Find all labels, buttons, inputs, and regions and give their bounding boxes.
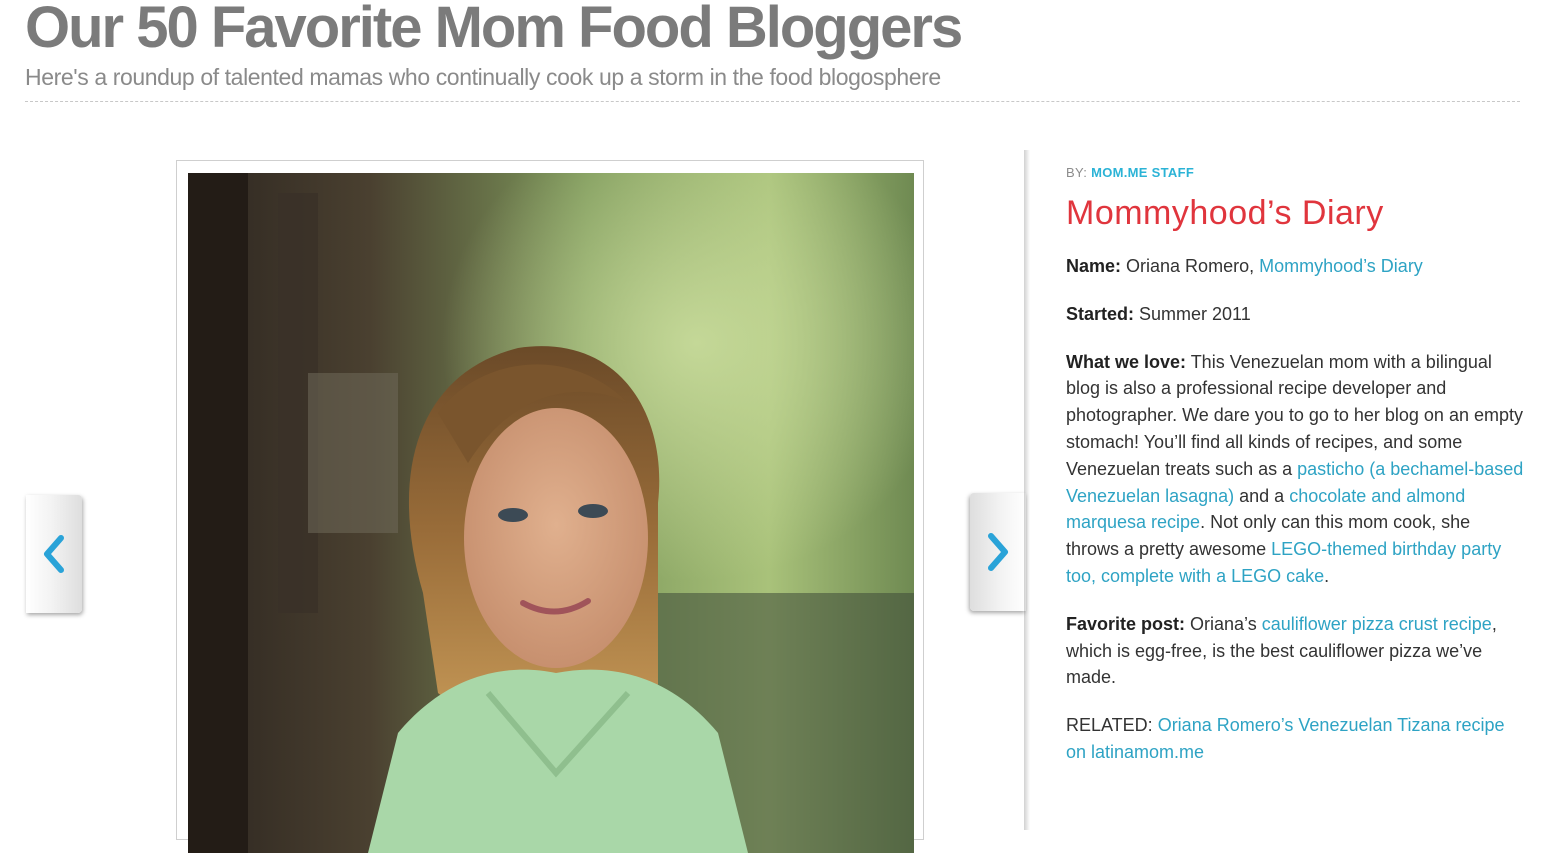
column-shadow [1024, 150, 1030, 830]
previous-slide-button[interactable] [26, 495, 82, 613]
favorite-text: Oriana’s [1185, 613, 1262, 634]
next-slide-button[interactable] [970, 493, 1026, 611]
what-we-love-paragraph: What we love: This Venezuelan mom with a… [1066, 349, 1526, 590]
name-value: Oriana Romero, [1121, 256, 1260, 276]
related-label: RELATED: [1066, 715, 1158, 736]
byline-prefix: BY: [1066, 165, 1092, 180]
blog-title: Mommyhood’s Diary [1066, 194, 1384, 232]
header-divider [25, 101, 1520, 102]
love-label: What we love: [1066, 351, 1187, 372]
blog-link[interactable]: Mommyhood’s Diary [1259, 256, 1423, 276]
related-paragraph: RELATED: Oriana Romero’s Venezuelan Tiza… [1066, 712, 1526, 766]
blogger-photo[interactable] [188, 173, 914, 853]
page-title: Our 50 Favorite Mom Food Bloggers [25, 0, 963, 60]
byline-author-link[interactable]: MOM.ME STAFF [1091, 165, 1194, 180]
love-text: . [1324, 565, 1330, 586]
article-panel: BY: MOM.ME STAFF Mommyhood’s Diary Name:… [1066, 165, 1526, 766]
name-paragraph: Name: Oriana Romero, Mommyhood’s Diary [1066, 253, 1526, 280]
started-paragraph: Started: Summer 2011 [1066, 301, 1526, 328]
started-label: Started: [1066, 303, 1135, 324]
slide-photo-frame [176, 160, 924, 853]
favorite-post-paragraph: Favorite post: Oriana’s cauliflower pizz… [1066, 611, 1526, 691]
name-label: Name: [1066, 256, 1122, 276]
byline: BY: MOM.ME STAFF [1066, 165, 1526, 180]
chevron-right-icon [988, 533, 1008, 571]
page-subtitle: Here's a roundup of talented mamas who c… [25, 64, 941, 90]
favorite-label: Favorite post: [1066, 613, 1186, 634]
cauliflower-pizza-link[interactable]: cauliflower pizza crust recipe [1262, 614, 1492, 634]
started-value: Summer 2011 [1134, 303, 1251, 324]
love-text: and a [1234, 485, 1290, 506]
chevron-left-icon [44, 535, 64, 573]
